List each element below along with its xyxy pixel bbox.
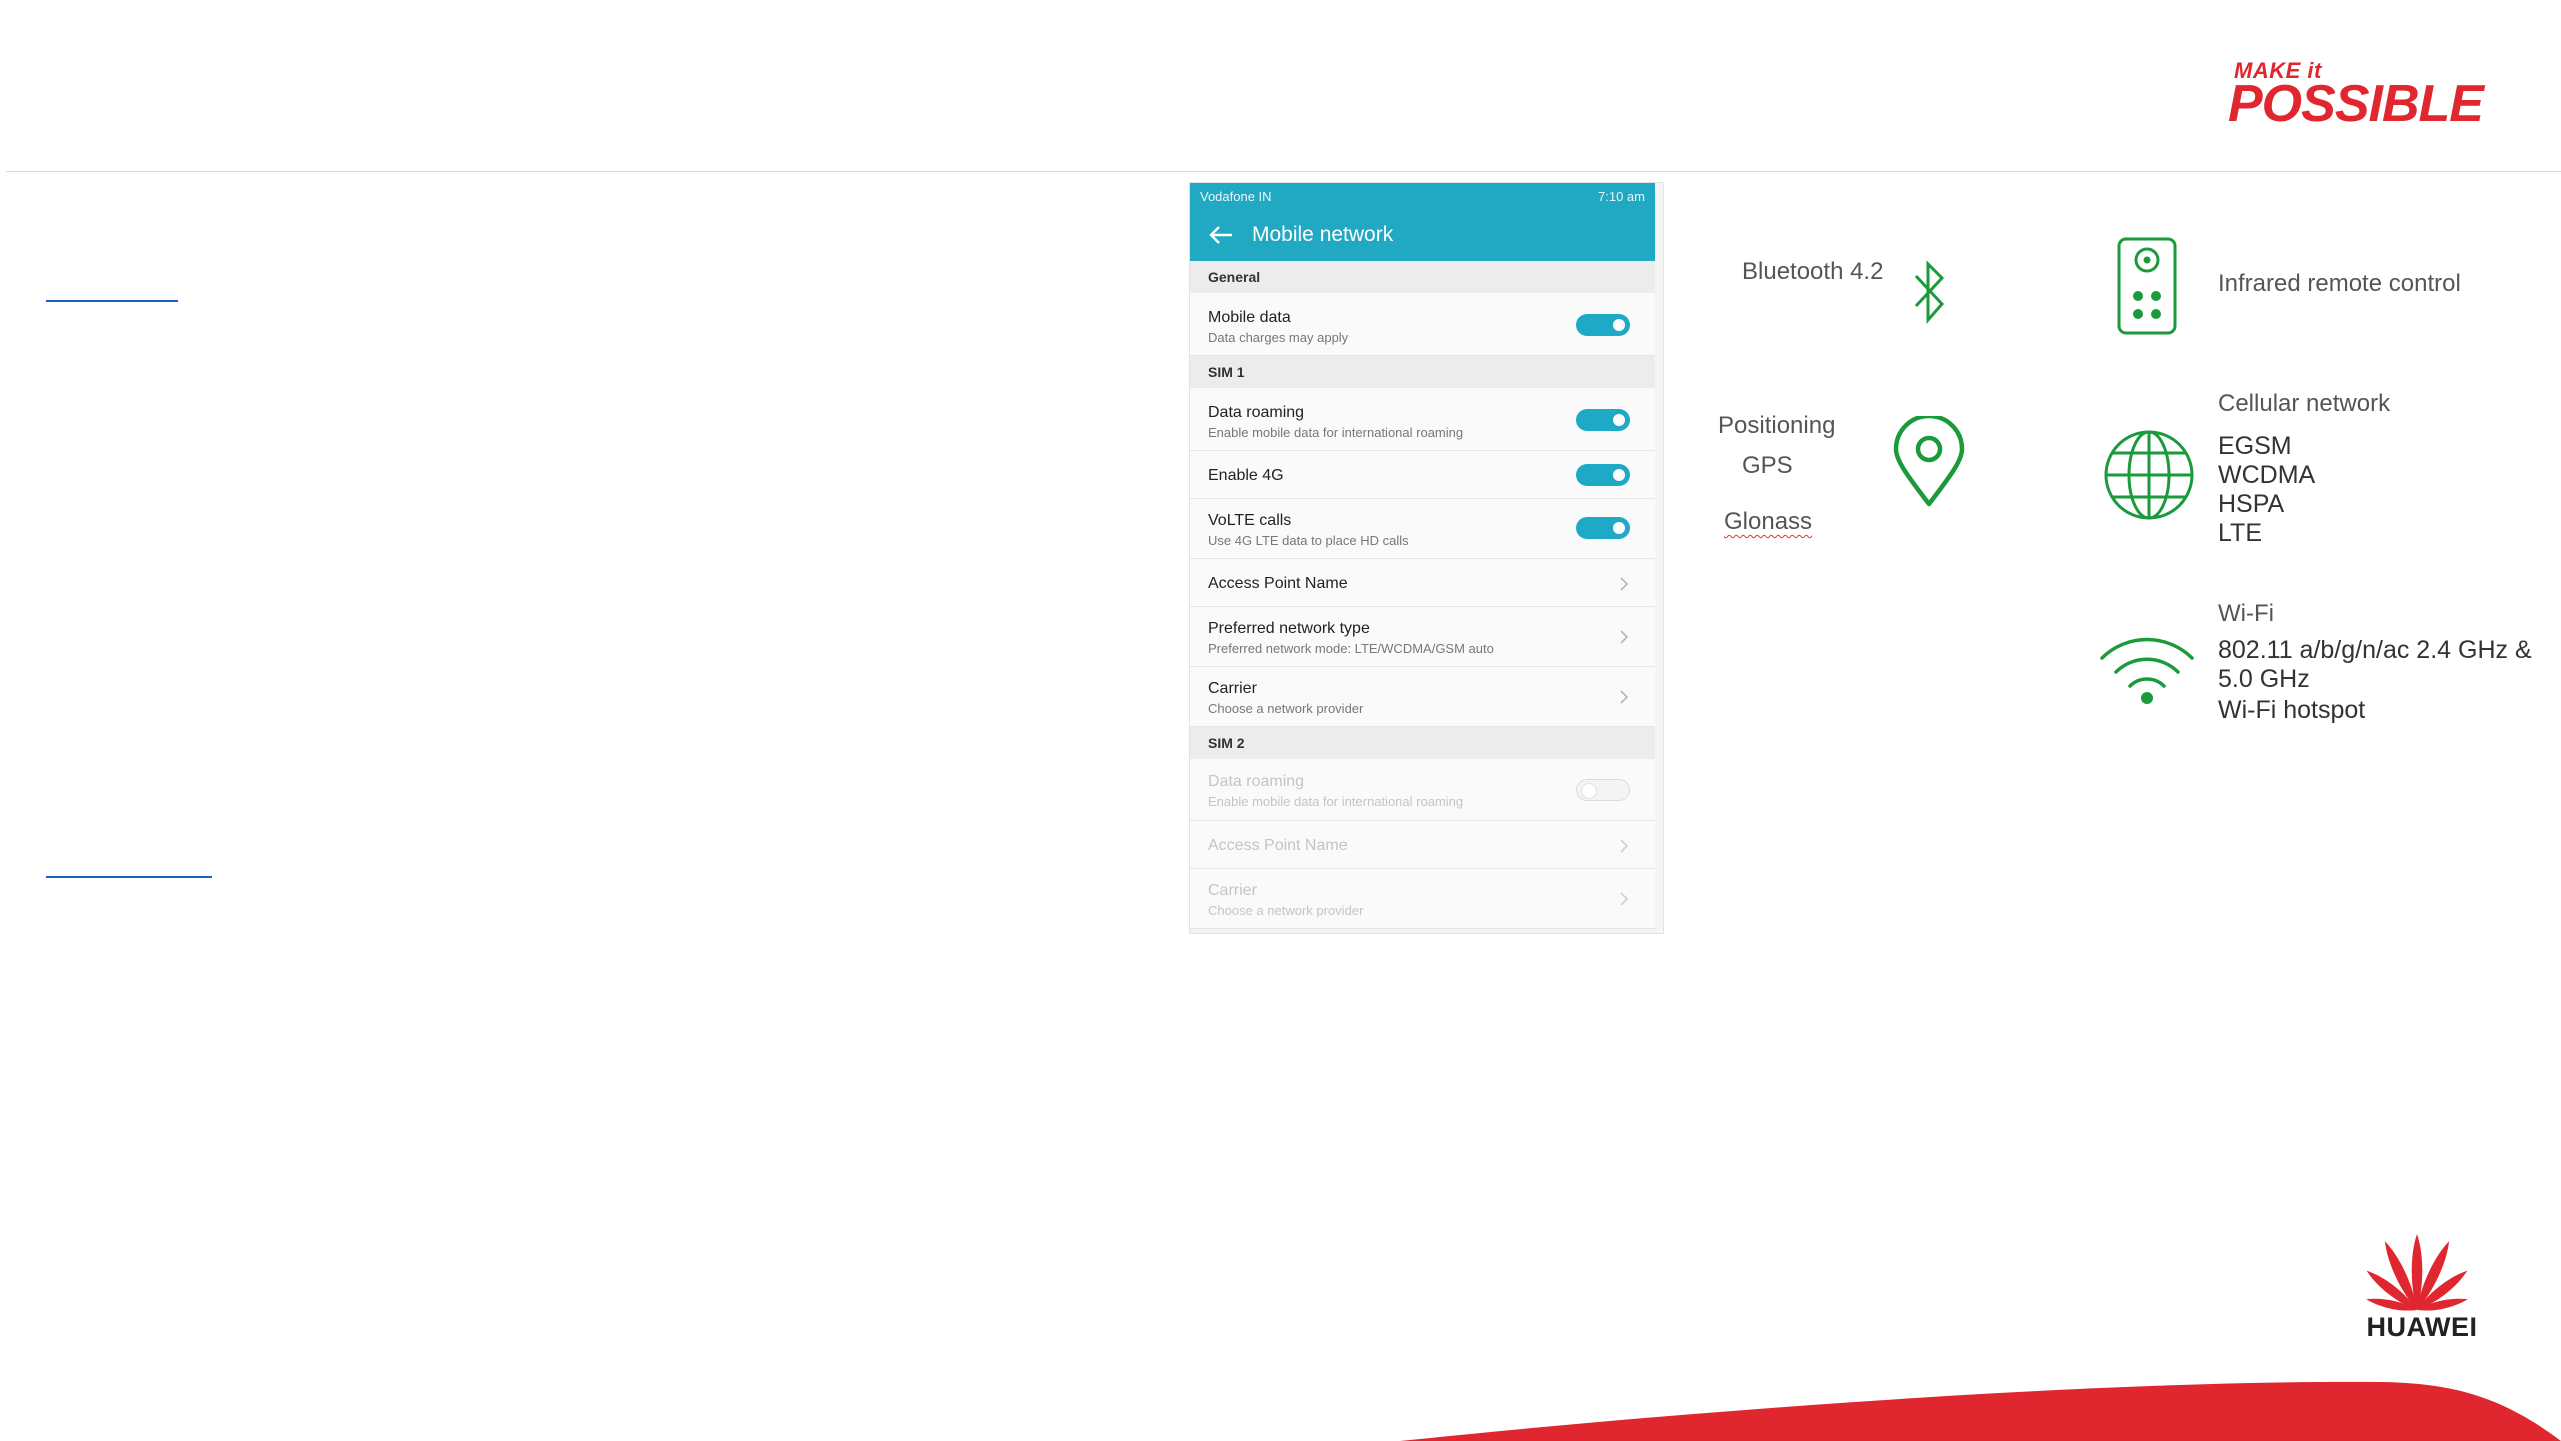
section-sim2: SIM 2 — [1190, 727, 1655, 759]
infrared-remote-icon — [2117, 237, 2177, 335]
hyperlink-underline-2[interactable] — [46, 876, 212, 878]
section-general: General — [1190, 261, 1655, 293]
volte-toggle[interactable] — [1576, 517, 1630, 539]
wifi-label: Wi-Fi — [2218, 600, 2274, 627]
header-divider — [6, 171, 2561, 172]
data-roaming-title: Data roaming — [1208, 404, 1305, 421]
make-it-possible-slogan: MAKE it POSSIBLE — [2228, 56, 2504, 133]
hyperlink-underline-1[interactable] — [46, 300, 178, 302]
mobile-data-title: Mobile data — [1208, 309, 1291, 326]
carrier-row[interactable]: Carrier Choose a network provider — [1190, 667, 1655, 727]
bluetooth-label: Bluetooth 4.2 — [1742, 258, 1884, 285]
chevron-right-icon — [1620, 630, 1629, 644]
cellular-item-lte: LTE — [2218, 519, 2262, 547]
cellular-item-hspa: HSPA — [2218, 490, 2285, 518]
huawei-logo-text: HUAWEI — [2366, 1312, 2478, 1342]
sim2-carrier-title: Carrier — [1208, 882, 1257, 899]
status-bar: Vodafone IN 7:10 am — [1190, 183, 1655, 209]
glonass-label: Glonass — [1724, 508, 1813, 535]
network-type-title: Preferred network type — [1208, 620, 1370, 637]
page-title: Mobile network — [1252, 223, 1394, 246]
sim2-data-roaming-title: Data roaming — [1208, 773, 1305, 790]
enable-4g-row[interactable]: Enable 4G — [1190, 451, 1655, 499]
wifi-icon — [2100, 637, 2194, 704]
infrared-label: Infrared remote control — [2218, 270, 2461, 297]
volte-subtitle: Use 4G LTE data to place HD calls — [1208, 533, 1409, 548]
positioning-label: Positioning — [1718, 412, 1836, 439]
bluetooth-icon — [1914, 260, 1945, 324]
wifi-hotspot-label: Wi-Fi hotspot — [2218, 696, 2366, 724]
sim2-data-roaming-toggle — [1576, 779, 1630, 801]
volte-title: VoLTE calls — [1208, 512, 1292, 529]
screenshot-edge — [1655, 183, 1663, 933]
location-pin-icon — [1893, 416, 1965, 507]
apn-row[interactable]: Access Point Name — [1190, 559, 1655, 607]
cellular-item-egsm: EGSM — [2218, 432, 2292, 460]
cellular-network-label: Cellular network — [2218, 390, 2391, 417]
sim2-carrier-row: Carrier Choose a network provider — [1190, 869, 1655, 929]
chevron-right-icon — [1620, 577, 1629, 591]
mobile-data-toggle[interactable] — [1576, 314, 1630, 336]
section-sim1: SIM 1 — [1190, 356, 1655, 388]
footer-swoosh — [1400, 1381, 2561, 1441]
sim2-carrier-subtitle: Choose a network provider — [1208, 903, 1364, 918]
sim2-apn-title: Access Point Name — [1208, 837, 1348, 854]
chevron-right-icon — [1620, 839, 1629, 853]
carrier-title: Carrier — [1208, 680, 1257, 697]
carrier-subtitle: Choose a network provider — [1208, 701, 1364, 716]
data-roaming-subtitle: Enable mobile data for international roa… — [1208, 425, 1464, 440]
app-bar: Mobile network — [1190, 209, 1655, 261]
sim2-apn-row: Access Point Name — [1190, 821, 1655, 869]
chevron-right-icon — [1620, 690, 1629, 704]
enable-4g-title: Enable 4G — [1208, 467, 1284, 484]
wifi-spec-line2: 5.0 GHz — [2218, 665, 2310, 693]
back-arrow-icon[interactable] — [1190, 209, 1252, 261]
phone-screenshot-mobile-network: Vodafone IN 7:10 am Mobile network Gener… — [1189, 182, 1664, 934]
mobile-data-row[interactable]: Mobile data Data charges may apply — [1190, 293, 1655, 356]
carrier-label: Vodafone IN — [1200, 188, 1272, 204]
network-type-subtitle: Preferred network mode: LTE/WCDMA/GSM au… — [1208, 641, 1494, 656]
sim2-data-roaming-subtitle: Enable mobile data for international roa… — [1208, 794, 1464, 809]
apn-title: Access Point Name — [1208, 575, 1348, 592]
sim2-data-roaming-row: Data roaming Enable mobile data for inte… — [1190, 759, 1655, 821]
chevron-right-icon — [1620, 892, 1629, 906]
volte-row[interactable]: VoLTE calls Use 4G LTE data to place HD … — [1190, 499, 1655, 559]
cellular-item-wcdma: WCDMA — [2218, 461, 2316, 489]
status-time: 7:10 am — [1598, 188, 1645, 204]
slogan-bottom: POSSIBLE — [2228, 75, 2484, 133]
mobile-data-subtitle: Data charges may apply — [1208, 330, 1349, 345]
data-roaming-toggle[interactable] — [1576, 409, 1630, 431]
globe-icon — [2104, 430, 2194, 520]
gps-label: GPS — [1742, 452, 1793, 479]
enable-4g-toggle[interactable] — [1576, 464, 1630, 486]
network-type-row[interactable]: Preferred network type Preferred network… — [1190, 607, 1655, 667]
data-roaming-row[interactable]: Data roaming Enable mobile data for inte… — [1190, 388, 1655, 451]
wifi-spec-line1: 802.11 a/b/g/n/ac 2.4 GHz & — [2218, 636, 2532, 664]
